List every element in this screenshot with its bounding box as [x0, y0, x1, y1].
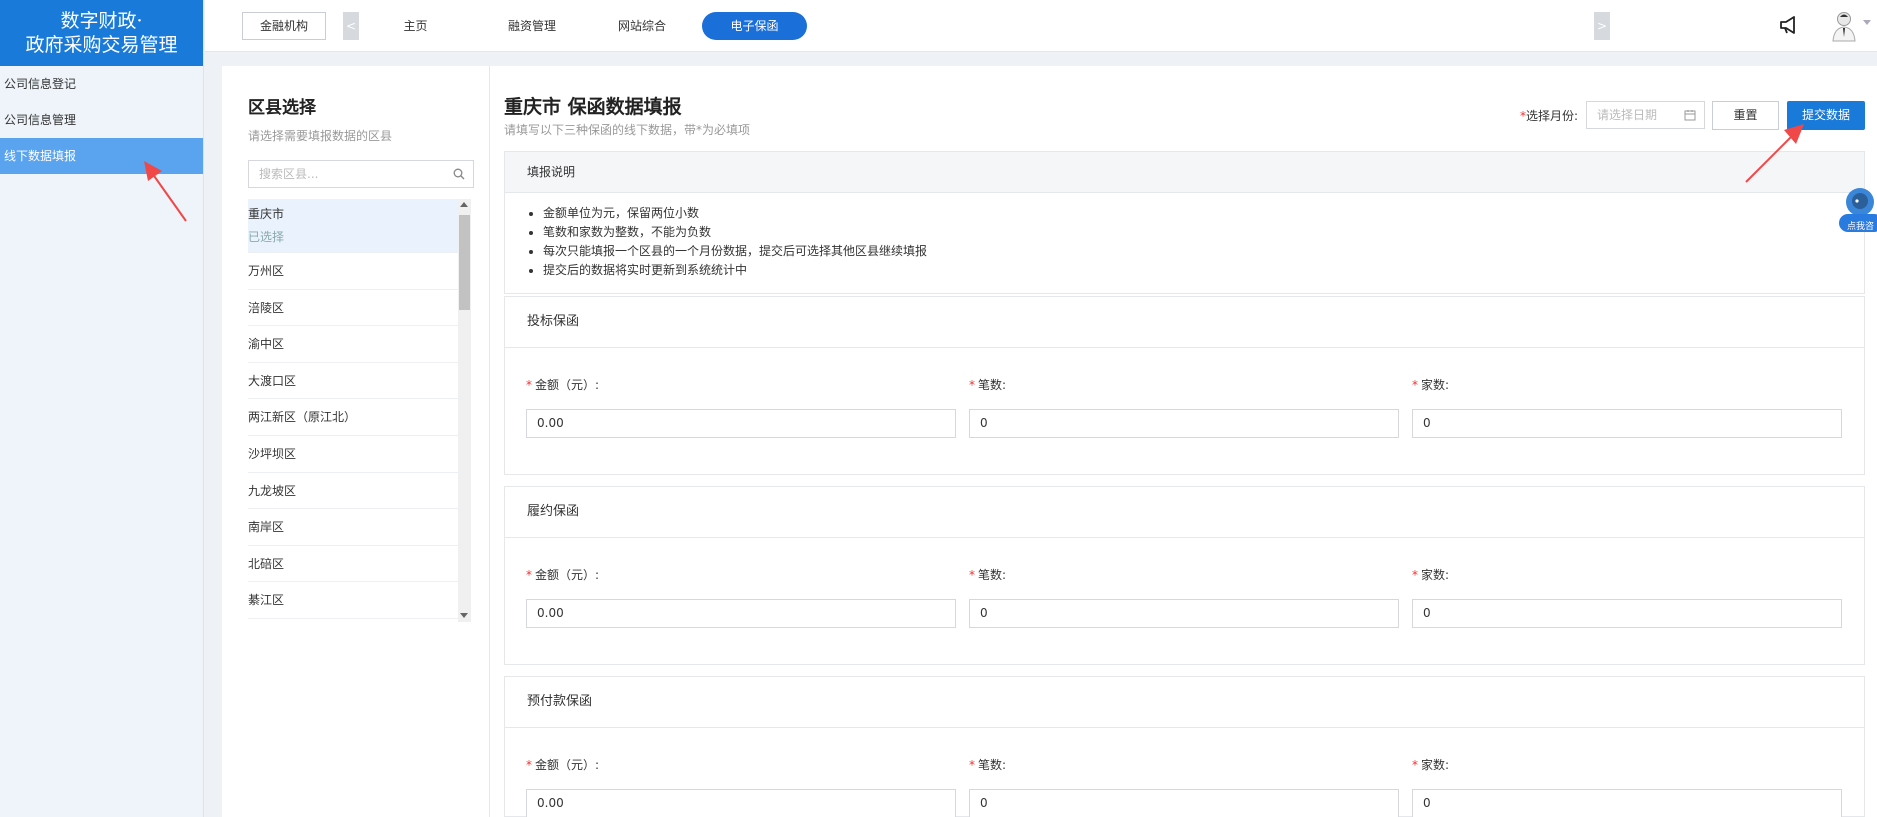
date-placeholder: 请选择日期 [1597, 108, 1658, 122]
companies-input[interactable]: 0 [1412, 599, 1842, 628]
brand-logo: 数字财政· 政府采购交易管理 [0, 0, 203, 66]
submit-data-button[interactable]: 提交数据 [1787, 101, 1865, 130]
companies-field: * 家数: 0 [1412, 566, 1842, 628]
sidebar-item-company-register[interactable]: 公司信息登记 [0, 66, 203, 102]
scrollbar-thumb[interactable] [459, 215, 470, 310]
count-label: 笔数: [978, 378, 1007, 392]
companies-label: 家数: [1421, 758, 1450, 772]
companies-field: * 家数: 0 [1412, 376, 1842, 438]
sidebar: 数字财政· 政府采购交易管理 公司信息登记 公司信息管理 线下数据填报 [0, 0, 204, 817]
section-title: 预付款保函 [505, 677, 1864, 728]
district-search-input[interactable]: 搜索区县... [248, 160, 474, 188]
month-label: *选择月份: [1520, 107, 1578, 124]
district-item[interactable]: 沙坪坝区 [248, 436, 458, 473]
page-title: 重庆市 保函数据填报 [504, 96, 682, 118]
district-item[interactable]: 九龙坡区 [248, 473, 458, 510]
district-title: 区县选择 [248, 98, 316, 118]
district-list: 重庆市 已选择 万州区 涪陵区 渝中区 大渡口区 两江新区（原江北） 沙坪坝区 … [248, 199, 474, 622]
district-item[interactable]: 綦江区 [248, 582, 458, 619]
companies-label: 家数: [1421, 568, 1450, 582]
tab-website[interactable]: 网站综合 [612, 12, 672, 40]
month-date-picker[interactable]: 请选择日期 [1586, 101, 1705, 129]
count-label: 笔数: [978, 568, 1007, 582]
district-item-name: 重庆市 [248, 207, 285, 221]
reset-button[interactable]: 重置 [1712, 101, 1779, 130]
section-title: 履约保函 [505, 487, 1864, 538]
count-field: * 笔数: 0 [969, 376, 1399, 438]
count-field: * 笔数: 0 [969, 756, 1399, 817]
district-item[interactable]: 南岸区 [248, 509, 458, 546]
amount-field: * 金额（元）: 0.00 [526, 376, 956, 438]
user-avatar-icon[interactable] [1830, 10, 1858, 42]
tabs-scroll-left-button[interactable]: < [343, 12, 359, 40]
scroll-up-icon[interactable] [460, 202, 468, 207]
district-item[interactable]: 北碚区 [248, 546, 458, 583]
district-item[interactable]: 涪陵区 [248, 290, 458, 327]
instruction-item: 金额单位为元，保留两位小数 [543, 204, 1864, 223]
scroll-down-icon[interactable] [460, 613, 468, 618]
companies-field: * 家数: 0 [1412, 756, 1842, 817]
user-menu-caret-icon[interactable] [1863, 20, 1871, 25]
brand-line-2: 政府采购交易管理 [25, 34, 178, 56]
district-item[interactable]: 两江新区（原江北） [248, 399, 458, 436]
sidebar-item-offline-report[interactable]: 线下数据填报 [0, 138, 203, 174]
calendar-icon [1684, 110, 1696, 121]
district-item[interactable]: 大渡口区 [248, 363, 458, 400]
consult-widget-label: 点我咨 [1847, 222, 1875, 232]
instructions-panel: 填报说明 金额单位为元，保留两位小数 笔数和家数为整数，不能为负数 每次只能填报… [504, 151, 1865, 294]
amount-input[interactable]: 0.00 [526, 599, 956, 628]
tab-financing[interactable]: 融资管理 [502, 12, 562, 40]
district-list-scrollbar[interactable] [458, 199, 471, 622]
companies-input[interactable]: 0 [1412, 409, 1842, 438]
district-hint: 请选择需要填报数据的区县 [248, 129, 393, 143]
tabs-scroll-right-button[interactable]: > [1594, 12, 1610, 40]
count-input[interactable]: 0 [969, 599, 1399, 628]
performance-guarantee-section: 履约保函 * 金额（元）: 0.00 * 笔数: 0 * 家数: 0 [504, 486, 1865, 665]
district-item-selected[interactable]: 重庆市 已选择 [248, 199, 458, 253]
district-selected-status: 已选择 [248, 230, 285, 244]
district-item[interactable]: 万州区 [248, 253, 458, 290]
amount-field: * 金额（元）: 0.00 [526, 566, 956, 628]
advance-payment-guarantee-section: 预付款保函 * 金额（元）: 0.00 * 笔数: 0 * 家数: 0 [504, 676, 1865, 817]
district-panel: 区县选择 请选择需要填报数据的区县 搜索区县... 重庆市 已选择 万州区 涪陵… [222, 66, 490, 817]
tab-e-guarantee[interactable]: 电子保函 [702, 12, 807, 40]
bid-guarantee-section: 投标保函 * 金额（元）: 0.00 * 笔数: 0 * 家数: 0 [504, 296, 1865, 475]
amount-label: 金额（元）: [535, 568, 600, 582]
page-subtitle: 请填写以下三种保函的线下数据，带*为必填项 [504, 123, 751, 137]
institution-button[interactable]: 金融机构 [242, 12, 326, 40]
search-icon [453, 168, 465, 180]
amount-input[interactable]: 0.00 [526, 409, 956, 438]
instructions-list: 金额单位为元，保留两位小数 笔数和家数为整数，不能为负数 每次只能填报一个区县的… [505, 193, 1864, 280]
tab-home[interactable]: 主页 [393, 12, 438, 40]
instruction-item: 提交后的数据将实时更新到系统统计中 [543, 261, 1864, 280]
companies-label: 家数: [1421, 378, 1450, 392]
instructions-heading: 填报说明 [505, 152, 1864, 193]
section-title: 投标保函 [505, 297, 1864, 348]
announcement-icon[interactable] [1778, 14, 1800, 36]
count-input[interactable]: 0 [969, 789, 1399, 817]
count-label: 笔数: [978, 758, 1007, 772]
district-search-placeholder: 搜索区县... [259, 167, 319, 181]
main-panel: 区县选择 请选择需要填报数据的区县 搜索区县... 重庆市 已选择 万州区 涪陵… [222, 66, 1877, 817]
amount-label: 金额（元）: [535, 758, 600, 772]
companies-input[interactable]: 0 [1412, 789, 1842, 817]
amount-field: * 金额（元）: 0.00 [526, 756, 956, 817]
top-navigation-bar: 金融机构 < 主页 融资管理 网站综合 电子保函 > [205, 0, 1877, 52]
count-input[interactable]: 0 [969, 409, 1399, 438]
brand-line-1: 数字财政· [60, 10, 143, 32]
instruction-item: 笔数和家数为整数，不能为负数 [543, 223, 1864, 242]
amount-label: 金额（元）: [535, 378, 600, 392]
month-label-text: 选择月份: [1526, 109, 1579, 123]
district-item[interactable]: 渝中区 [248, 326, 458, 363]
consult-widget[interactable]: 点我咨 [1838, 184, 1877, 240]
amount-input[interactable]: 0.00 [526, 789, 956, 817]
instruction-item: 每次只能填报一个区县的一个月份数据，提交后可选择其他区县继续填报 [543, 242, 1864, 261]
sidebar-item-company-manage[interactable]: 公司信息管理 [0, 102, 203, 138]
count-field: * 笔数: 0 [969, 566, 1399, 628]
